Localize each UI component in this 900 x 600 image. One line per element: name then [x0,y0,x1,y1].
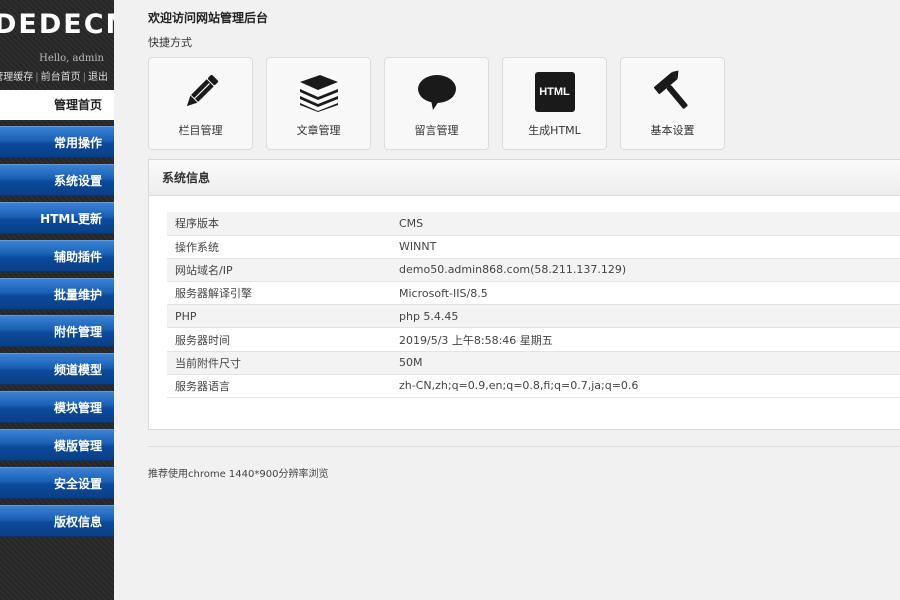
speech-bubble-icon [385,70,488,114]
link-separator: | [82,72,86,83]
sidebar-item-batch[interactable]: 批量维护 [0,277,114,310]
shortcut-column-manage[interactable]: 栏目管理 [148,57,253,150]
shortcut-label: 基本设置 [650,124,695,137]
info-value: 50M [391,351,900,375]
shortcut-article-manage[interactable]: 文章管理 [266,57,371,150]
info-value: CMS [391,212,900,236]
table-row: 服务器语言 zh-CN,zh;q=0.9,en;q=0.8,fi;q=0.7,ja… [167,374,900,399]
greeting: Hello, admin [39,53,104,64]
info-value: WINNT [391,235,900,259]
pencil-icon [149,70,252,114]
info-value: php 5.4.45 [391,304,900,329]
shortcut-generate-html[interactable]: HTML 生成HTML [502,57,607,150]
shortcut-label: 栏目管理 [178,124,223,137]
shortcut-message-manage[interactable]: 留言管理 [384,57,489,150]
table-row: 当前附件尺寸 50M [167,351,900,375]
sidebar-item-attachments[interactable]: 附件管理 [0,315,114,348]
sidebar-item-plugins[interactable]: 辅助插件 [0,239,114,272]
panel-title: 系统信息 [149,160,900,196]
sidebar-item-channel-model[interactable]: 频道模型 [0,353,114,386]
table-row: 程序版本 CMS [167,212,900,236]
table-row: 服务器时间 2019/5/3 上午8:58:46 星期五 [167,327,900,352]
info-key: 服务器解译引擎 [167,281,391,306]
sidebar-item-system-settings[interactable]: 系统设置 [0,163,114,196]
page-title: 欢迎访问网站管理后台 [148,11,269,25]
divider [148,446,900,447]
sidebar-item-common[interactable]: 常用操作 [0,126,114,158]
html-icon-text: HTML [539,86,570,98]
shortcut-basic-settings[interactable]: 基本设置 [620,57,725,150]
sidebar-item-copyright[interactable]: 版权信息 [0,504,114,537]
shortcuts-label: 快捷方式 [148,36,192,49]
shortcut-label: 文章管理 [296,124,341,137]
logout-link[interactable]: 退出 [88,72,108,83]
info-key: PHP [167,304,391,329]
info-key: 程序版本 [167,212,391,236]
info-value: 2019/5/3 上午8:58:46 星期五 [391,327,900,352]
frontend-home-link[interactable]: 前台首页 [41,72,81,83]
table-row: PHP php 5.4.45 [167,304,900,329]
info-value: zh-CN,zh;q=0.9,en;q=0.8,fi;q=0.7,ja;q=0.… [391,374,900,399]
html-icon: HTML [503,70,606,114]
info-value: Microsoft-IIS/8.5 [391,281,900,306]
sidebar-item-html-update[interactable]: HTML更新 [0,201,114,234]
shortcut-label: 留言管理 [414,124,459,137]
table-row: 操作系统 WINNT [167,235,900,259]
hammer-icon [621,70,724,114]
main-content: 欢迎访问网站管理后台 快捷方式 栏目管理 文章管理 留言管理 HTML 生成HT… [114,0,900,600]
info-key: 当前附件尺寸 [167,351,391,375]
sidebar-item-security[interactable]: 安全设置 [0,467,114,500]
clear-cache-link[interactable]: 管理缓存 [0,72,33,83]
shortcut-label: 生成HTML [528,124,581,137]
link-separator: | [35,72,39,83]
sidebar: DEDECMS Hello, admin 管理缓存|前台首页|退出 管理首页 常… [0,0,114,600]
sidebar-item-modules[interactable]: 模块管理 [0,391,114,424]
system-info-panel: 系统信息 程序版本 CMS 操作系统 WINNT 网站域名/IP demo50.admin… [148,159,900,430]
table-row: 服务器解译引擎 Microsoft-IIS/8.5 [167,281,900,306]
info-key: 服务器时间 [167,327,391,352]
table-row: 网站域名/IP demo50.admin868.com(58.211.137.12… [167,258,900,283]
browser-recommendation: 推荐使用chrome 1440*900分辨率浏览 [148,469,329,480]
info-key: 服务器语言 [167,374,391,399]
sidebar-item-templates[interactable]: 模版管理 [0,429,114,462]
info-value: demo50.admin868.com(58.211.137.129) [391,258,900,283]
papers-stack-icon [267,70,370,114]
info-key: 网站域名/IP [167,258,391,283]
logo: DEDECMS [0,9,114,40]
system-info-table: 程序版本 CMS 操作系统 WINNT 网站域名/IP demo50.admin868.c… [167,212,900,399]
info-key: 操作系统 [167,235,391,259]
top-links: 管理缓存|前台首页|退出 [0,68,108,83]
sidebar-nav: 常用操作 系统设置 HTML更新 辅助插件 批量维护 附件管理 频道模型 模块管… [0,126,114,543]
sidebar-item-home[interactable]: 管理首页 [0,90,114,120]
